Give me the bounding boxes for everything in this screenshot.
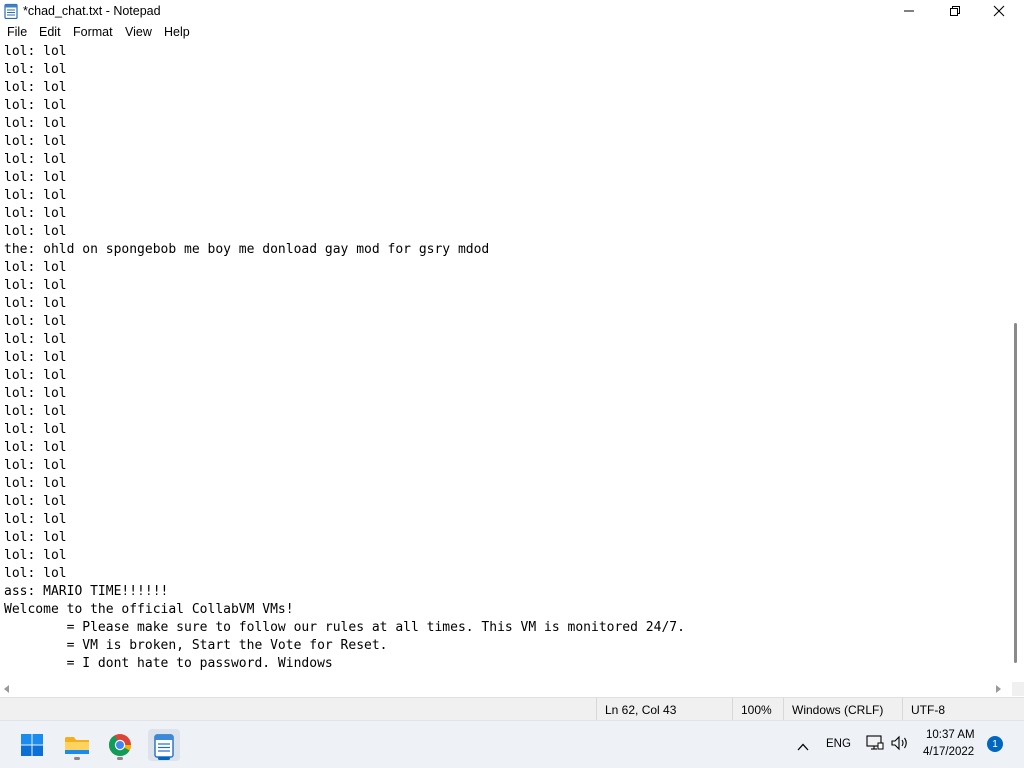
- text-line[interactable]: lol: lol: [4, 169, 685, 187]
- taskbar: ENG 10:37 AM 4/17/2022: [0, 720, 1024, 768]
- text-line[interactable]: lol: lol: [4, 385, 685, 403]
- status-zoom: 100%: [732, 698, 782, 720]
- text-line[interactable]: = VM is broken, Start the Vote for Reset…: [4, 637, 685, 655]
- restore-icon: [950, 6, 960, 16]
- notepad-icon: [4, 3, 18, 20]
- menu-help[interactable]: Help: [164, 25, 190, 39]
- minimize-button[interactable]: [886, 0, 932, 22]
- menu-edit[interactable]: Edit: [39, 25, 61, 39]
- text-line[interactable]: lol: lol: [4, 61, 685, 79]
- file-explorer-icon: [65, 737, 89, 754]
- menu-file[interactable]: File: [7, 25, 27, 39]
- text-line[interactable]: lol: lol: [4, 511, 685, 529]
- menu-view[interactable]: View: [125, 25, 152, 39]
- horizontal-scrollbar[interactable]: [0, 682, 1012, 696]
- text-line[interactable]: lol: lol: [4, 403, 685, 421]
- text-line[interactable]: lol: lol: [4, 457, 685, 475]
- text-line[interactable]: lol: lol: [4, 151, 685, 169]
- text-line[interactable]: lol: lol: [4, 349, 685, 367]
- start-button[interactable]: [16, 729, 48, 761]
- network-icon[interactable]: [866, 735, 884, 756]
- file-explorer-button[interactable]: [61, 729, 93, 761]
- text-line[interactable]: lol: lol: [4, 475, 685, 493]
- chrome-icon: [109, 734, 132, 757]
- menu-bar: File Edit Format View Help: [0, 22, 1024, 43]
- status-encoding: UTF-8: [902, 698, 1024, 720]
- notepad-taskbar-button[interactable]: [148, 729, 180, 761]
- text-line[interactable]: lol: lol: [4, 295, 685, 313]
- running-indicator: [74, 757, 80, 760]
- text-line[interactable]: lol: lol: [4, 529, 685, 547]
- text-line[interactable]: lol: lol: [4, 439, 685, 457]
- text-line[interactable]: Welcome to the official CollabVM VMs!: [4, 601, 685, 619]
- text-line[interactable]: lol: lol: [4, 43, 685, 61]
- clock-time[interactable]: 10:37 AM: [926, 729, 975, 741]
- text-editor[interactable]: lol: lol lol: lol lol: lol lol: lol lol: lol…: [0, 43, 1012, 682]
- text-line[interactable]: = Please make sure to follow our rules a…: [4, 619, 685, 637]
- text-line[interactable]: lol: lol: [4, 493, 685, 511]
- text-line[interactable]: lol: lol: [4, 205, 685, 223]
- start-icon: [21, 734, 43, 756]
- scroll-right-icon[interactable]: [996, 685, 1001, 693]
- status-bar: Ln 62, Col 43 100% Windows (CRLF) UTF-8: [0, 697, 1024, 720]
- text-line[interactable]: the: ohld on spongebob me boy me donload…: [4, 241, 685, 259]
- status-position: Ln 62, Col 43: [596, 698, 730, 720]
- text-line[interactable]: lol: lol: [4, 187, 685, 205]
- text-line[interactable]: lol: lol: [4, 277, 685, 295]
- text-line[interactable]: lol: lol: [4, 565, 685, 583]
- minimize-icon: [904, 10, 914, 12]
- title-bar[interactable]: *chad_chat.txt - Notepad: [0, 0, 1024, 22]
- scroll-left-icon[interactable]: [4, 685, 9, 693]
- clock-date[interactable]: 4/17/2022: [923, 746, 974, 758]
- close-icon: [993, 5, 1005, 17]
- close-button[interactable]: [976, 0, 1022, 22]
- vertical-scroll-thumb[interactable]: [1014, 323, 1017, 663]
- window-title: *chad_chat.txt - Notepad: [23, 4, 161, 18]
- menu-format[interactable]: Format: [73, 25, 113, 39]
- running-indicator: [117, 757, 123, 760]
- text-line[interactable]: lol: lol: [4, 547, 685, 565]
- text-line[interactable]: lol: lol: [4, 259, 685, 277]
- text-line[interactable]: lol: lol: [4, 79, 685, 97]
- chevron-up-icon: [797, 743, 809, 751]
- text-line[interactable]: lol: lol: [4, 133, 685, 151]
- notification-badge[interactable]: 1: [987, 736, 1003, 752]
- text-line[interactable]: = I dont hate to password. Windows: [4, 655, 685, 673]
- chrome-button[interactable]: [104, 729, 136, 761]
- text-line[interactable]: lol: lol: [4, 223, 685, 241]
- text-line[interactable]: lol: lol: [4, 367, 685, 385]
- restore-button[interactable]: [932, 0, 978, 22]
- scrollbar-corner: [1012, 682, 1024, 696]
- vertical-scrollbar[interactable]: [1012, 43, 1024, 682]
- status-line-ending: Windows (CRLF): [783, 698, 900, 720]
- volume-icon[interactable]: [890, 735, 910, 756]
- text-line[interactable]: lol: lol: [4, 97, 685, 115]
- editor-text[interactable]: lol: lol lol: lol lol: lol lol: lol lol: lol…: [4, 43, 685, 673]
- text-line[interactable]: ass: MARIO TIME!!!!!!: [4, 583, 685, 601]
- text-line[interactable]: lol: lol: [4, 331, 685, 349]
- notepad-icon: [154, 734, 174, 758]
- active-indicator: [158, 757, 170, 760]
- text-line[interactable]: lol: lol: [4, 313, 685, 331]
- text-line[interactable]: lol: lol: [4, 115, 685, 133]
- notepad-window: *chad_chat.txt - Notepad File Edit Forma…: [0, 0, 1024, 720]
- show-hidden-icons-button[interactable]: [797, 738, 809, 756]
- language-indicator[interactable]: ENG: [826, 738, 851, 750]
- text-line[interactable]: lol: lol: [4, 421, 685, 439]
